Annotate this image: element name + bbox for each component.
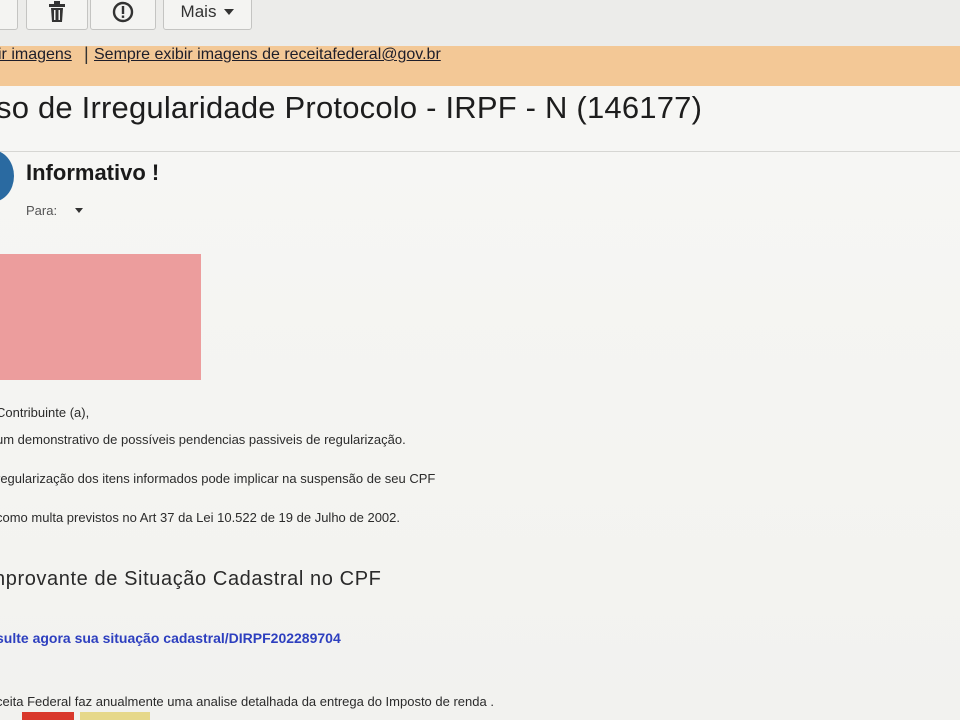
show-images-link[interactable]: ir imagens bbox=[0, 46, 72, 64]
body-line-1: um demonstrativo de possíveis pendencias… bbox=[0, 432, 406, 447]
report-spam-icon bbox=[112, 1, 134, 23]
always-show-images-link[interactable]: Sempre exibir imagens de receitafederal@… bbox=[94, 46, 441, 64]
images-warning-bar: ir imagens | Sempre exibir imagens de re… bbox=[0, 44, 960, 86]
sender-avatar[interactable] bbox=[0, 150, 14, 202]
section-title: nprovante de Situação Cadastral no CPF bbox=[0, 568, 382, 590]
subject-divider bbox=[0, 151, 960, 152]
more-label: Mais bbox=[180, 2, 217, 21]
redacted-block bbox=[0, 254, 201, 380]
recipients-toggle[interactable]: Para: bbox=[26, 203, 84, 218]
separator: | bbox=[84, 44, 89, 64]
body-footer-line: ceita Federal faz anualmente uma analise… bbox=[0, 694, 494, 709]
delete-button[interactable] bbox=[26, 0, 88, 30]
more-actions-button[interactable]: Mais bbox=[163, 0, 252, 30]
email-screen: Mais ir imagens | Sempre exibir imagens … bbox=[0, 0, 960, 720]
trash-icon bbox=[49, 1, 65, 22]
check-status-link[interactable]: sulte agora sua situação cadastral/DIRPF… bbox=[0, 630, 341, 646]
toolbar-button-partial[interactable] bbox=[0, 0, 18, 30]
report-spam-button[interactable] bbox=[90, 0, 156, 30]
body-greeting: Contribuinte (a), bbox=[0, 405, 90, 420]
body-line-3: como multa previstos no Art 37 da Lei 10… bbox=[0, 510, 400, 525]
chevron-down-icon bbox=[224, 9, 235, 15]
email-toolbar: Mais bbox=[0, 0, 960, 46]
bottom-button-red[interactable] bbox=[22, 712, 74, 720]
email-subject: so de Irregularidade Protocolo - IRPF - … bbox=[0, 90, 703, 125]
sender-name[interactable]: Informativo ! bbox=[26, 160, 159, 186]
to-label: Para: bbox=[26, 203, 58, 218]
chevron-down-icon bbox=[75, 208, 84, 213]
bottom-button-yellow[interactable] bbox=[80, 712, 150, 720]
body-line-2: regularização dos itens informados pode … bbox=[0, 471, 436, 486]
